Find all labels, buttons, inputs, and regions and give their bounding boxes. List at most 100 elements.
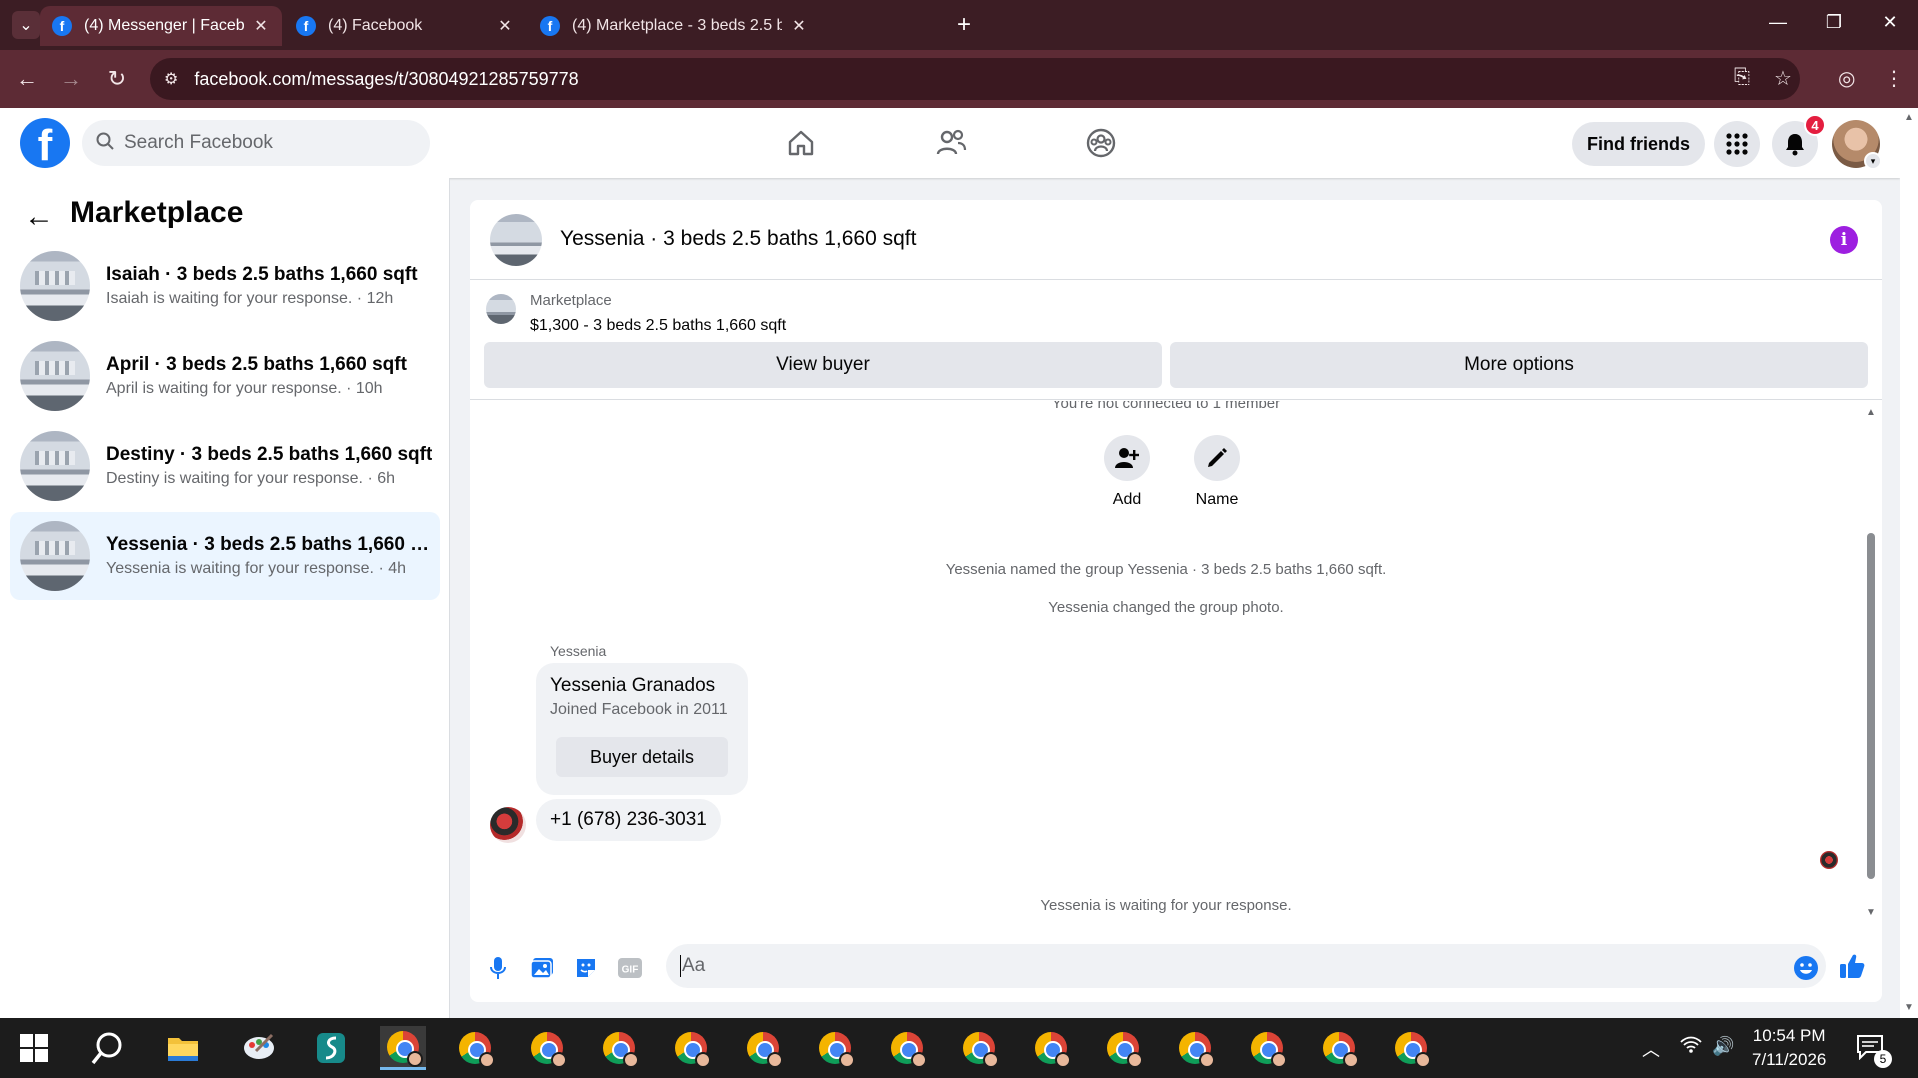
browser-tab-bar: ⌄ f (4) Messenger | Facebook ✕ f (4) Fac…: [0, 0, 1918, 50]
friends-icon[interactable]: [931, 123, 971, 163]
chrome-taskbar-5[interactable]: [668, 1026, 714, 1070]
scroll-down-icon[interactable]: ▼: [1904, 1002, 1914, 1013]
conversation-item-april[interactable]: April · 3 beds 2.5 baths 1,660 sqft Apri…: [10, 332, 440, 420]
emoji-icon[interactable]: [1792, 954, 1820, 982]
photo-icon[interactable]: [528, 954, 556, 982]
chrome-taskbar-2[interactable]: [452, 1026, 498, 1070]
conversation-name: Isaiah · 3 beds 2.5 baths 1,660 sqft: [106, 264, 418, 285]
phone-message-bubble[interactable]: +1 (678) 236-3031: [536, 799, 721, 841]
close-tab-icon[interactable]: ✕: [790, 16, 808, 36]
close-tab-icon[interactable]: ✕: [252, 16, 270, 36]
minimize-icon[interactable]: —: [1766, 12, 1790, 33]
volume-icon[interactable]: 🔊: [1712, 1036, 1734, 1057]
chrome-taskbar-3[interactable]: [524, 1026, 570, 1070]
chrome-taskbar-9[interactable]: [956, 1026, 1002, 1070]
waiting-notice: Yessenia is waiting for your response.: [1040, 897, 1292, 914]
chat-group-photo[interactable]: [490, 214, 542, 266]
reload-icon[interactable]: ↻: [104, 66, 130, 92]
chrome-taskbar-15[interactable]: [1388, 1026, 1434, 1070]
chat-title[interactable]: Yessenia · 3 beds 2.5 baths 1,660 sqft: [560, 227, 916, 251]
chat-panel: Yessenia · 3 beds 2.5 baths 1,660 sqft i…: [470, 200, 1882, 1002]
chrome-taskbar-8[interactable]: [884, 1026, 930, 1070]
listing-description[interactable]: $1,300 - 3 beds 2.5 baths 1,660 sqft: [530, 317, 786, 335]
action-center-icon[interactable]: 5: [1856, 1034, 1892, 1068]
wifi-icon[interactable]: [1680, 1036, 1702, 1059]
bookmark-star-icon[interactable]: ☆: [1774, 66, 1792, 91]
back-icon[interactable]: ←: [14, 66, 40, 92]
new-tab-icon[interactable]: +: [950, 11, 978, 39]
name-label: Name: [1195, 491, 1239, 508]
page-scrollbar[interactable]: ▲ ▼: [1900, 108, 1918, 1018]
message-input[interactable]: Aa: [666, 944, 1826, 988]
facebook-logo[interactable]: f: [20, 118, 70, 168]
tab-facebook[interactable]: f (4) Facebook ✕: [284, 6, 526, 46]
restore-icon[interactable]: ❐: [1822, 12, 1846, 33]
site-settings-icon[interactable]: ⚙: [164, 69, 178, 89]
chrome-taskbar-active[interactable]: [380, 1026, 426, 1070]
sticker-icon[interactable]: [572, 954, 600, 982]
account-avatar[interactable]: ▾: [1832, 120, 1882, 170]
chrome-taskbar-10[interactable]: [1028, 1026, 1074, 1070]
scrollbar-thumb[interactable]: [1867, 533, 1875, 879]
menu-grid-icon[interactable]: [1714, 121, 1760, 167]
taskbar-search-icon[interactable]: [90, 1030, 126, 1066]
conversation-item-isaiah[interactable]: Isaiah · 3 beds 2.5 baths 1,660 sqft Isa…: [10, 242, 440, 330]
listing-thumbnail[interactable]: [486, 294, 516, 324]
close-tab-icon[interactable]: ✕: [496, 16, 514, 36]
info-icon[interactable]: i: [1830, 226, 1858, 254]
clock-time: 10:54 PM: [1752, 1026, 1826, 1045]
scroll-down-icon[interactable]: ▼: [1866, 907, 1876, 918]
home-icon[interactable]: [781, 123, 821, 163]
chrome-taskbar-11[interactable]: [1100, 1026, 1146, 1070]
search-input[interactable]: Search Facebook: [82, 120, 430, 166]
not-connected-notice: You're not connected to 1 member: [1051, 401, 1281, 412]
thread-scrollbar[interactable]: ▲ ▼: [1866, 407, 1876, 921]
conversation-item-destiny[interactable]: Destiny · 3 beds 2.5 baths 1,660 sqft De…: [10, 422, 440, 510]
tab-title: (4) Messenger | Facebook: [84, 17, 244, 34]
forward-icon[interactable]: →: [58, 66, 84, 92]
profile-icon[interactable]: ◎: [1838, 66, 1855, 91]
menu-kebab-icon[interactable]: ⋮: [1884, 66, 1904, 91]
chevron-down-icon: ▾: [1864, 152, 1882, 170]
gif-icon[interactable]: GIF: [616, 954, 644, 982]
facebook-favicon-icon: f: [52, 16, 72, 36]
like-thumb-icon[interactable]: [1838, 952, 1866, 980]
url-text: facebook.com/messages/t/3080492128575977…: [194, 68, 579, 89]
sender-avatar[interactable]: [490, 807, 526, 843]
listing-label: Marketplace: [530, 292, 612, 309]
chrome-taskbar-13[interactable]: [1244, 1026, 1290, 1070]
tab-marketplace[interactable]: f (4) Marketplace - 3 beds 2.5 bat ✕: [528, 6, 928, 46]
conversation-item-yessenia[interactable]: Yessenia · 3 beds 2.5 baths 1,660 s... Y…: [10, 512, 440, 600]
chrome-taskbar-12[interactable]: [1172, 1026, 1218, 1070]
groups-icon[interactable]: [1081, 123, 1121, 163]
microphone-icon[interactable]: [484, 954, 512, 982]
chrome-taskbar-4[interactable]: [596, 1026, 642, 1070]
chrome-taskbar-7[interactable]: [812, 1026, 858, 1070]
find-friends-button[interactable]: Find friends: [1572, 122, 1705, 166]
add-member-button[interactable]: [1104, 435, 1150, 481]
url-bar[interactable]: ⚙ facebook.com/messages/t/30804921285759…: [150, 58, 1800, 100]
back-arrow-icon[interactable]: ←: [24, 200, 54, 234]
scroll-up-icon[interactable]: ▲: [1904, 112, 1914, 123]
message-composer: GIF Aa: [470, 940, 1882, 996]
chrome-icon: [459, 1032, 495, 1068]
tab-search-chevron-icon[interactable]: ⌄: [12, 11, 40, 39]
file-explorer-icon[interactable]: [160, 1026, 206, 1070]
install-app-icon[interactable]: ⎘: [1734, 66, 1750, 89]
more-options-button[interactable]: More options: [1170, 342, 1868, 388]
tab-messenger[interactable]: f (4) Messenger | Facebook ✕: [40, 6, 282, 46]
view-buyer-button[interactable]: View buyer: [484, 342, 1162, 388]
tray-chevron-up-icon[interactable]: ︿: [1642, 1036, 1660, 1062]
paint-app-icon[interactable]: [236, 1026, 282, 1070]
buyer-details-button[interactable]: Buyer details: [556, 737, 728, 777]
surfshark-icon[interactable]: [308, 1026, 354, 1070]
chrome-taskbar-14[interactable]: [1316, 1026, 1362, 1070]
scroll-up-icon[interactable]: ▲: [1866, 407, 1876, 418]
listing-thumbnail: [20, 251, 90, 321]
tab-title: (4) Facebook: [328, 17, 423, 34]
system-clock[interactable]: 10:54 PM 7/11/2026: [1752, 1024, 1826, 1072]
windows-start-icon[interactable]: [20, 1034, 48, 1062]
close-window-icon[interactable]: ✕: [1878, 12, 1902, 33]
name-group-button[interactable]: [1194, 435, 1240, 481]
chrome-taskbar-6[interactable]: [740, 1026, 786, 1070]
